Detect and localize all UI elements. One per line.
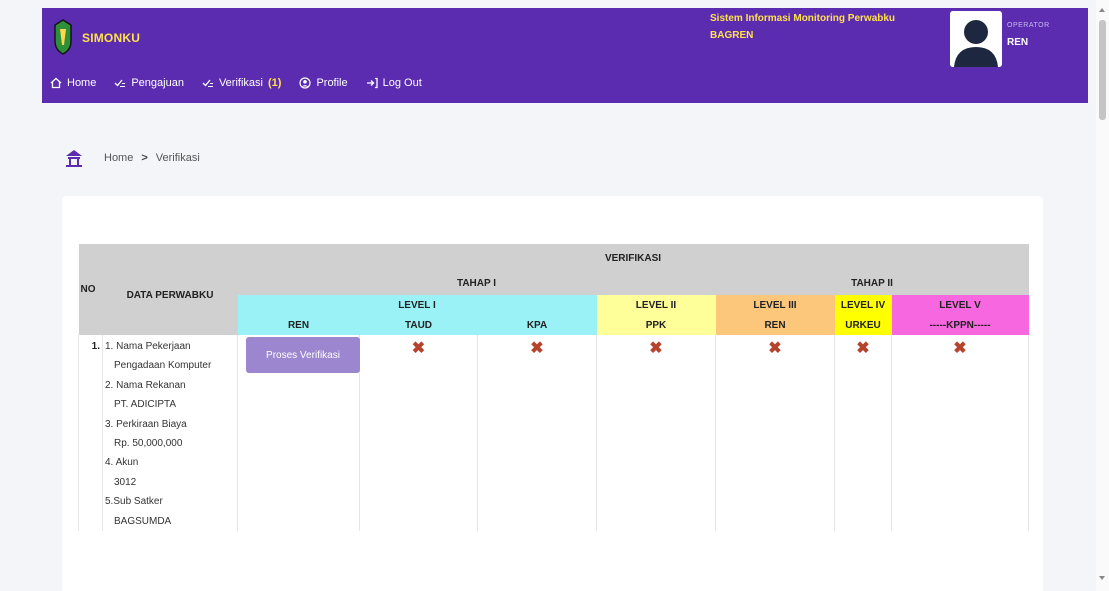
status-kppn-icon: ✖: [890, 335, 1030, 532]
nav-profile[interactable]: Profile: [299, 77, 348, 89]
header-kppn: -----KPPN-----: [891, 315, 1029, 335]
status-ren-icon: ✖: [715, 335, 835, 532]
detail-label: 2. Nama Rekanan: [105, 379, 186, 391]
house-icon: [50, 77, 62, 89]
detail-label: 3. Perkiraan Biaya: [105, 418, 187, 430]
scroll-thumb[interactable]: [1099, 20, 1106, 120]
header-tahap-1: TAHAP I: [237, 272, 716, 295]
user-circle-icon: [299, 77, 312, 89]
header-level-5: LEVEL V: [891, 295, 1029, 315]
status-taud-icon: ✖: [359, 335, 478, 532]
breadcrumb: Home > Verifikasi: [64, 148, 200, 168]
header-data-perwabku: DATA PERWABKU: [102, 244, 238, 335]
breadcrumb-current: Verifikasi: [155, 152, 200, 164]
home-building-icon: [66, 150, 82, 167]
checklist-icon: [202, 79, 213, 88]
row-number: 1.: [78, 335, 103, 532]
nav-home[interactable]: Home: [50, 77, 96, 89]
status-ppk-icon: ✖: [596, 335, 716, 532]
header-no: NO: [78, 244, 103, 335]
checklist-icon: [114, 79, 126, 88]
detail-label: 1. Nama Pekerjaan: [105, 341, 191, 352]
vertical-scrollbar[interactable]: [1096, 0, 1109, 591]
row-details: 1. Nama Pekerjaan Pengadaan Komputer 2. …: [102, 335, 238, 532]
nav-verifikasi[interactable]: Verifikasi (1): [202, 77, 281, 89]
top-bar: SIMONKU Sistem Informasi Monitoring Perw…: [42, 8, 1088, 103]
header-ren: REN: [237, 315, 360, 335]
header-kpa: KPA: [477, 315, 597, 335]
header-ppk: PPK: [596, 315, 716, 335]
shield-logo-icon: [54, 19, 72, 55]
detail-label: 5.Sub Satker: [105, 496, 163, 508]
verifikasi-count-badge: (1): [267, 77, 282, 89]
detail-value: 3012: [114, 476, 137, 488]
nav-pengajuan-label: Pengajuan: [131, 77, 184, 89]
header-taud: TAUD: [359, 315, 478, 335]
verification-table: NO DATA PERWABKU VERIFIKASI TAHAP I TAHA…: [78, 244, 1030, 532]
main-nav: Home Pengajuan Verifikasi (1) Profile Lo…: [50, 77, 422, 89]
ren-cell: Proses Verifikasi: [237, 335, 360, 532]
nav-home-label: Home: [67, 77, 97, 89]
header-urkeu: URKEU: [834, 315, 892, 335]
scroll-up-arrow-icon[interactable]: [1099, 8, 1105, 12]
nav-logout[interactable]: Log Out: [366, 77, 422, 89]
nav-profile-label: Profile: [316, 77, 348, 89]
nav-logout-label: Log Out: [382, 77, 422, 89]
header-ren-2: REN: [715, 315, 835, 335]
header-level-1: LEVEL I: [237, 295, 597, 315]
header-tahap-2: TAHAP II: [715, 272, 1029, 295]
proses-verifikasi-button[interactable]: Proses Verifikasi: [246, 337, 360, 373]
breadcrumb-separator: >: [141, 152, 148, 164]
user-role: OPERATOR: [1007, 22, 1050, 29]
nav-verifikasi-label: Verifikasi: [218, 77, 263, 89]
detail-value: BAGSUMDA: [114, 515, 172, 527]
header-level-2: LEVEL II: [596, 295, 716, 315]
status-kpa-icon: ✖: [477, 335, 597, 532]
detail-value: PT. ADICIPTA: [114, 399, 177, 411]
user-name: REN: [1007, 37, 1029, 48]
status-urkeu-icon: ✖: [834, 335, 892, 532]
system-subtitle: BAGREN: [710, 30, 754, 41]
header-level-4: LEVEL IV: [834, 295, 892, 315]
logout-icon: [366, 77, 378, 89]
app-window: SIMONKU Sistem Informasi Monitoring Perw…: [0, 0, 1109, 591]
table-row: 1. 1. Nama Pekerjaan Pengadaan Komputer …: [78, 335, 1030, 532]
nav-pengajuan[interactable]: Pengajuan: [114, 77, 184, 89]
system-info: Sistem Informasi Monitoring Perwabku BAG…: [710, 12, 960, 42]
breadcrumb-home[interactable]: Home: [104, 152, 133, 164]
detail-value: Pengadaan Komputer: [114, 360, 212, 372]
detail-label: 4. Akun: [105, 457, 139, 469]
detail-value: Rp. 50,000,000: [114, 438, 183, 450]
system-title: Sistem Informasi Monitoring Perwabku: [710, 13, 896, 24]
scroll-down-arrow-icon[interactable]: [1099, 576, 1105, 580]
brand-name[interactable]: SIMONKU: [82, 31, 140, 45]
header-verifikasi: VERIFIKASI: [237, 244, 1029, 272]
header-level-3: LEVEL III: [715, 295, 835, 315]
user-avatar-icon: [950, 11, 1002, 67]
avatar[interactable]: [950, 11, 1002, 67]
